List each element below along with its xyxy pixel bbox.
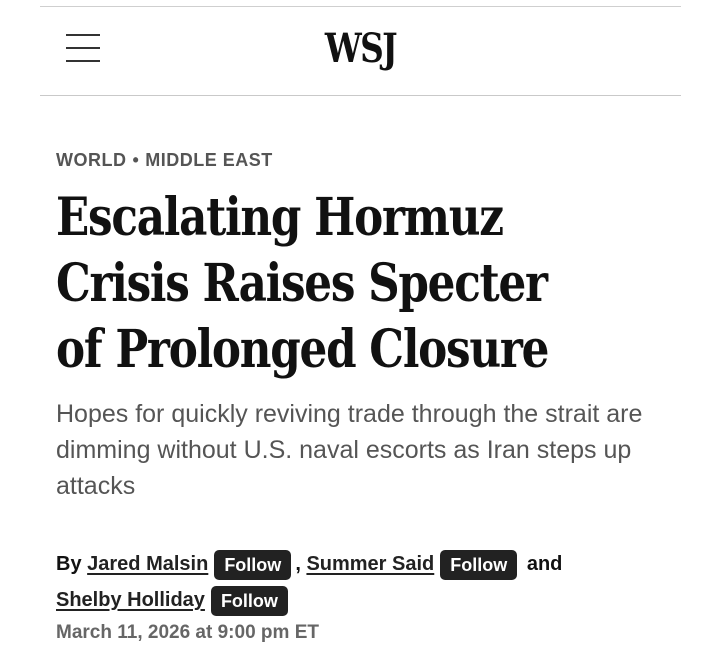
byline-conjunction: and (526, 553, 563, 575)
wsj-logo[interactable]: WSJ (98, 27, 624, 71)
author-link-jared-malsin[interactable]: Jared Malsin (87, 553, 208, 575)
author-link-summer-said[interactable]: Summer Said (306, 553, 434, 575)
follow-button-shelby-holliday[interactable]: Follow (210, 585, 288, 616)
follow-button-summer-said[interactable]: Follow (440, 549, 518, 580)
site-header: WSJ (40, 7, 681, 96)
article-byline: By Jared Malsin Follow, Summer Said Follow… (56, 546, 676, 618)
byline-prefix: By (56, 553, 82, 575)
hamburger-menu-icon[interactable] (66, 34, 100, 64)
follow-button-jared-malsin[interactable]: Follow (214, 549, 292, 580)
article-headline: Escalating Hormuz Crisis Raises Specter … (56, 187, 549, 380)
section-link[interactable]: WORLD (56, 150, 126, 170)
publish-date: March 11, 2026 at 9:00 pm ET (56, 622, 319, 643)
kicker-separator: • (132, 150, 140, 170)
subsection-link[interactable]: MIDDLE EAST (145, 150, 273, 170)
article-dek: Hopes for quickly reviving trade through… (56, 400, 643, 500)
author-link-shelby-holliday[interactable]: Shelby Holliday (56, 589, 205, 611)
byline-comma: , (295, 553, 301, 575)
article-kicker: WORLD • MIDDLE EAST (56, 150, 273, 171)
